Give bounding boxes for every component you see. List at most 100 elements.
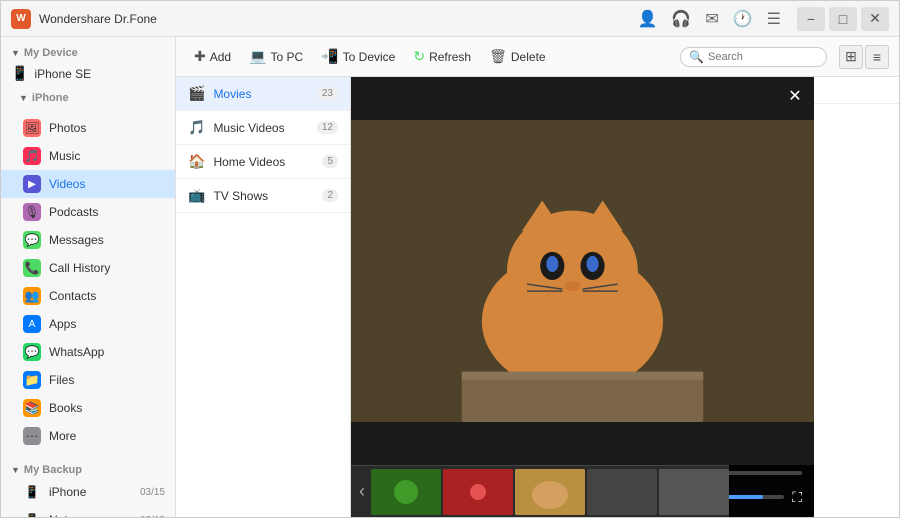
delete-label: Delete bbox=[511, 50, 546, 64]
noteerror-icon: 📱 bbox=[23, 511, 41, 517]
category-tv-shows[interactable]: 📺 TV Shows 2 bbox=[176, 179, 350, 213]
home-videos-label: Home Videos bbox=[213, 155, 314, 169]
category-music-videos[interactable]: 🎵 Music Videos 12 bbox=[176, 111, 350, 145]
section-my-backup: ▼ My Backup 📱 iPhone 03/15 📱 Noteerror 0… bbox=[1, 454, 175, 517]
refresh-button[interactable]: ↻ Refresh bbox=[405, 44, 479, 69]
window-controls: − □ ✕ bbox=[797, 7, 889, 31]
film-thumb-2[interactable] bbox=[443, 469, 513, 515]
phone-icon: 📱 bbox=[11, 65, 28, 82]
my-backup-header[interactable]: ▼ My Backup bbox=[1, 458, 175, 478]
iphone-backup-badge: 03/15 bbox=[140, 487, 165, 498]
app-window: W Wondershare Dr.Fone 👤 🎧 ✉ 🕐 ☰ − □ ✕ ▼ … bbox=[0, 0, 900, 518]
sidebar-item-photos[interactable]: 🖼 Photos bbox=[1, 114, 175, 142]
sidebar-item-music[interactable]: 🎵 Music bbox=[1, 142, 175, 170]
tv-shows-icon: 📺 bbox=[188, 187, 205, 204]
sidebar-item-videos[interactable]: ▶ Videos bbox=[1, 170, 175, 198]
arrow-icon: ▼ bbox=[11, 48, 20, 58]
grid-view-button[interactable]: ⊞ bbox=[839, 45, 863, 69]
call-history-icon: 📞 bbox=[23, 259, 41, 277]
mail-icon[interactable]: ✉ bbox=[705, 9, 718, 29]
call-history-label: Call History bbox=[49, 261, 165, 275]
iphone-label: iPhone bbox=[32, 92, 69, 104]
apps-icon: A bbox=[23, 315, 41, 333]
noteerror-label: Noteerror bbox=[49, 513, 132, 517]
contacts-icon: 👥 bbox=[23, 287, 41, 305]
music-videos-count: 12 bbox=[317, 121, 338, 134]
apps-label: Apps bbox=[49, 317, 165, 331]
videos-label: Videos bbox=[49, 177, 165, 191]
delete-button[interactable]: 🗑 Delete bbox=[481, 44, 553, 69]
podcasts-label: Podcasts bbox=[49, 205, 165, 219]
iphone-header[interactable]: ▼ iPhone bbox=[1, 86, 175, 106]
to-pc-label: To PC bbox=[271, 50, 304, 64]
sidebar-item-books[interactable]: 📚 Books bbox=[1, 394, 175, 422]
tv-shows-count: 2 bbox=[322, 189, 338, 202]
video-grid-area: ✕ bbox=[351, 104, 899, 517]
to-pc-button[interactable]: 💻 To PC bbox=[241, 44, 311, 69]
toolbar: ✚ Add 💻 To PC 📲 To Device ↻ Refresh 🗑 bbox=[176, 37, 899, 77]
music-icon: 🎵 bbox=[23, 147, 41, 165]
volume-bar[interactable] bbox=[724, 495, 784, 499]
sidebar-item-messages[interactable]: 💬 Messages bbox=[1, 226, 175, 254]
noteerror-badge: 03/13 bbox=[140, 515, 165, 518]
film-thumb-3[interactable] bbox=[515, 469, 585, 515]
sidebar-item-noteerror[interactable]: 📱 Noteerror 03/13 bbox=[1, 506, 175, 517]
more-label: More bbox=[49, 429, 165, 443]
movies-label: Movies bbox=[213, 87, 308, 101]
category-home-videos[interactable]: 🏠 Home Videos 5 bbox=[176, 145, 350, 179]
category-movies[interactable]: 🎬 Movies 23 bbox=[176, 77, 350, 111]
fullscreen-button[interactable]: ⛶ bbox=[792, 489, 802, 506]
film-thumb-4[interactable] bbox=[587, 469, 657, 515]
video-area: (23 items, 216.79MB) ✕ bbox=[351, 77, 899, 517]
menu-icon[interactable]: ☰ bbox=[767, 9, 781, 29]
maximize-button[interactable]: □ bbox=[829, 7, 857, 31]
search-input[interactable] bbox=[708, 51, 818, 63]
logo-text: W bbox=[16, 13, 25, 24]
titlebar-actions: 👤 🎧 ✉ 🕐 ☰ bbox=[637, 9, 781, 29]
to-device-button[interactable]: 📲 To Device bbox=[313, 44, 403, 69]
podcasts-icon: 🎙 bbox=[23, 203, 41, 221]
film-thumb-5[interactable] bbox=[659, 469, 729, 515]
search-area: 🔍 ⊞ ≡ bbox=[680, 45, 889, 69]
history-icon[interactable]: 🕐 bbox=[733, 9, 753, 29]
add-button[interactable]: ✚ Add bbox=[186, 44, 239, 69]
sidebar-item-apps[interactable]: A Apps bbox=[1, 310, 175, 338]
my-backup-label: My Backup bbox=[24, 464, 82, 476]
books-icon: 📚 bbox=[23, 399, 41, 417]
to-device-label: To Device bbox=[343, 50, 396, 64]
video-player bbox=[351, 104, 814, 465]
section-iphone: 🖼 Photos 🎵 Music ▶ Videos 🎙 Podcasts 💬 bbox=[1, 110, 175, 454]
whatsapp-label: WhatsApp bbox=[49, 345, 165, 359]
filmstrip-left-arrow[interactable]: ‹ bbox=[355, 481, 369, 502]
app-title: Wondershare Dr.Fone bbox=[39, 12, 629, 26]
section-my-device: ▼ My Device 📱 iPhone SE ▼ iPhone bbox=[1, 37, 175, 110]
music-videos-icon: 🎵 bbox=[188, 119, 205, 136]
sidebar-item-contacts[interactable]: 👥 Contacts bbox=[1, 282, 175, 310]
person-icon[interactable]: 👤 bbox=[637, 9, 657, 29]
refresh-icon: ↻ bbox=[413, 48, 425, 65]
device-iphone-se[interactable]: 📱 iPhone SE bbox=[1, 61, 175, 86]
files-label: Files bbox=[49, 373, 165, 387]
delete-icon: 🗑 bbox=[489, 48, 507, 65]
my-device-header[interactable]: ▼ My Device bbox=[1, 41, 175, 61]
sidebar-item-call-history[interactable]: 📞 Call History bbox=[1, 254, 175, 282]
sidebar-item-more[interactable]: ⋯ More bbox=[1, 422, 175, 450]
list-view-button[interactable]: ≡ bbox=[865, 45, 889, 69]
titlebar: W Wondershare Dr.Fone 👤 🎧 ✉ 🕐 ☰ − □ ✕ bbox=[1, 1, 899, 37]
sub-content: 🎬 Movies 23 🎵 Music Videos 12 🏠 Home Vid… bbox=[176, 77, 899, 517]
video-frame bbox=[351, 104, 814, 465]
more-icon: ⋯ bbox=[23, 427, 41, 445]
sidebar-item-whatsapp[interactable]: 💬 WhatsApp bbox=[1, 338, 175, 366]
add-label: Add bbox=[210, 50, 231, 64]
headset-icon[interactable]: 🎧 bbox=[671, 9, 691, 29]
video-close-button[interactable]: ✕ bbox=[784, 104, 806, 107]
videos-icon: ▶ bbox=[23, 175, 41, 193]
film-thumb-1[interactable] bbox=[371, 469, 441, 515]
music-label: Music bbox=[49, 149, 165, 163]
minimize-button[interactable]: − bbox=[797, 7, 825, 31]
close-button[interactable]: ✕ bbox=[861, 7, 889, 31]
sidebar-item-iphone-backup[interactable]: 📱 iPhone 03/15 bbox=[1, 478, 175, 506]
sidebar-item-podcasts[interactable]: 🎙 Podcasts bbox=[1, 198, 175, 226]
arrow-icon: ▼ bbox=[19, 93, 28, 103]
sidebar-item-files[interactable]: 📁 Files bbox=[1, 366, 175, 394]
